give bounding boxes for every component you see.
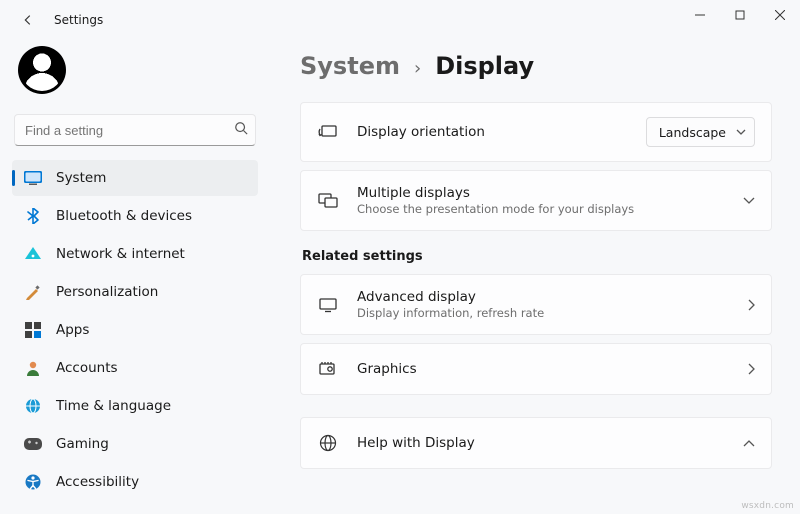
sidebar-item-bluetooth[interactable]: Bluetooth & devices [12, 198, 258, 234]
orientation-icon [317, 121, 339, 143]
sidebar-item-gaming[interactable]: Gaming [12, 426, 258, 462]
accessibility-icon [24, 473, 42, 491]
sidebar-item-label: Personalization [56, 284, 158, 300]
sidebar-item-label: Bluetooth & devices [56, 208, 192, 224]
account-profile[interactable] [12, 40, 258, 108]
chevron-right-icon [748, 299, 755, 311]
orientation-value: Landscape [659, 125, 726, 140]
page-title: Display [435, 52, 534, 80]
minimize-button[interactable] [680, 0, 720, 30]
sidebar-item-system[interactable]: System [12, 160, 258, 196]
network-icon [24, 245, 42, 263]
sidebar-item-personalization[interactable]: Personalization [12, 274, 258, 310]
main-content: System › Display Display orientation Lan… [270, 40, 800, 514]
breadcrumb-parent[interactable]: System [300, 52, 400, 80]
graphics-icon [317, 358, 339, 380]
accounts-icon [24, 359, 42, 377]
setting-multiple-displays[interactable]: Multiple displays Choose the presentatio… [300, 170, 772, 231]
setting-display-orientation[interactable]: Display orientation Landscape [300, 102, 772, 162]
window-controls [680, 0, 800, 30]
sidebar-item-time-language[interactable]: Time & language [12, 388, 258, 424]
bluetooth-icon [24, 207, 42, 225]
system-icon [24, 169, 42, 187]
setting-title: Display orientation [357, 124, 636, 140]
time-language-icon [24, 397, 42, 415]
section-related-settings: Related settings [302, 249, 772, 264]
apps-icon [24, 321, 42, 339]
setting-help-display[interactable]: Help with Display [300, 417, 772, 469]
nav-list: System Bluetooth & devices Network & int… [12, 160, 258, 500]
expand-chevron [743, 197, 755, 204]
setting-title: Graphics [357, 361, 738, 377]
sidebar-item-label: Accounts [56, 360, 118, 376]
setting-title: Advanced display [357, 289, 738, 305]
breadcrumb: System › Display [300, 52, 772, 80]
sidebar-item-accessibility[interactable]: Accessibility [12, 464, 258, 500]
sidebar-item-label: Accessibility [56, 474, 139, 490]
app-title: Settings [54, 13, 103, 27]
close-button[interactable] [760, 0, 800, 30]
search-icon [234, 121, 248, 139]
orientation-select[interactable]: Landscape [646, 117, 755, 147]
personalization-icon [24, 283, 42, 301]
help-globe-icon [317, 432, 339, 454]
setting-graphics[interactable]: Graphics [300, 343, 772, 395]
sidebar-item-label: Gaming [56, 436, 109, 452]
sidebar-item-apps[interactable]: Apps [12, 312, 258, 348]
search-field[interactable] [14, 114, 256, 146]
sidebar-item-label: Time & language [56, 398, 171, 414]
sidebar-item-label: Apps [56, 322, 89, 338]
setting-advanced-display[interactable]: Advanced display Display information, re… [300, 274, 772, 335]
monitor-icon [317, 294, 339, 316]
avatar [18, 46, 66, 94]
gaming-icon [24, 435, 42, 453]
titlebar: Settings [0, 0, 800, 40]
collapse-chevron [743, 440, 755, 447]
maximize-button[interactable] [720, 0, 760, 30]
setting-subtitle: Choose the presentation mode for your di… [357, 202, 733, 216]
back-button[interactable] [14, 6, 42, 34]
chevron-right-icon [748, 363, 755, 375]
sidebar-item-label: System [56, 170, 106, 186]
watermark: wsxdn.com [741, 501, 794, 511]
sidebar-item-network[interactable]: Network & internet [12, 236, 258, 272]
chevron-down-icon [736, 129, 746, 135]
breadcrumb-separator: › [414, 58, 421, 79]
sidebar-item-label: Network & internet [56, 246, 185, 262]
setting-title: Help with Display [357, 435, 733, 451]
sidebar: System Bluetooth & devices Network & int… [0, 40, 270, 514]
sidebar-item-accounts[interactable]: Accounts [12, 350, 258, 386]
setting-subtitle: Display information, refresh rate [357, 306, 738, 320]
multiple-displays-icon [317, 190, 339, 212]
setting-title: Multiple displays [357, 185, 733, 201]
search-input[interactable] [14, 114, 256, 146]
